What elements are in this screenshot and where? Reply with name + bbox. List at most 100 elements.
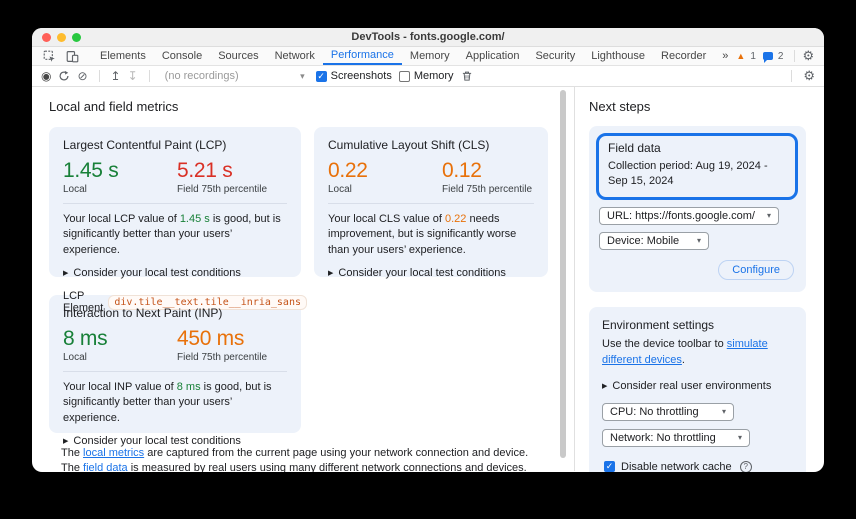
- tab-elements[interactable]: Elements: [92, 47, 154, 65]
- chevron-down-icon: ▾: [721, 407, 726, 417]
- field-data-title: Field data: [608, 141, 661, 155]
- more-options-icon[interactable]: ⋮: [817, 49, 824, 63]
- metrics-footnote: The local metrics are captured from the …: [49, 446, 548, 472]
- vertical-scrollbar[interactable]: [560, 90, 566, 458]
- recordings-dropdown[interactable]: (no recordings) ▾: [161, 69, 309, 83]
- collection-period: Collection period: Aug 19, 2024 - Sep 15…: [608, 160, 768, 187]
- memory-checkbox-row[interactable]: Memory: [398, 70, 454, 82]
- disable-cache-label: Disable network cache: [621, 460, 732, 472]
- cls-local-value: 0.22: [328, 159, 368, 182]
- lcp-local-label: Local: [63, 184, 87, 195]
- warning-icon[interactable]: ▲: [736, 51, 745, 61]
- lcp-field-label: Field 75th percentile: [177, 184, 268, 195]
- sidebar-title: Next steps: [589, 99, 651, 114]
- local-metrics-link[interactable]: local metrics: [83, 447, 144, 459]
- inp-field-value: 450 ms: [177, 327, 245, 350]
- help-icon[interactable]: ?: [739, 460, 752, 472]
- cls-field-label: Field 75th percentile: [442, 184, 533, 195]
- cls-consider-disclosure[interactable]: ▶ Consider your local test conditions: [328, 267, 534, 279]
- network-throttling-value: Network: No throttling: [610, 431, 716, 444]
- cls-field-value: 0.12: [442, 159, 482, 182]
- chevron-down-icon: ▾: [300, 70, 305, 81]
- tab-performance[interactable]: Performance: [322, 47, 402, 65]
- page-title: Local and field metrics: [49, 99, 179, 114]
- inspect-element-icon[interactable]: [38, 47, 61, 65]
- recordings-dropdown-value: (no recordings): [164, 70, 239, 82]
- issues-count: 2: [777, 50, 784, 62]
- settings-gear-icon[interactable]: ⚙: [802, 48, 814, 64]
- tab-console[interactable]: Console: [154, 47, 210, 65]
- tab-network[interactable]: Network: [267, 47, 323, 65]
- disclosure-triangle-icon: ▶: [63, 438, 69, 446]
- more-tabs-chevron-icon[interactable]: »: [714, 47, 736, 65]
- network-throttling-dropdown[interactable]: Network: No throttling ▾: [602, 428, 750, 447]
- cpu-throttling-dropdown[interactable]: CPU: No throttling ▾: [602, 402, 734, 421]
- tab-security[interactable]: Security: [527, 47, 583, 65]
- environments-consider-disclosure[interactable]: ▶ Consider real user environments: [602, 380, 793, 392]
- disable-cache-row[interactable]: ✓ Disable network cache ?: [602, 460, 793, 472]
- memory-label: Memory: [413, 70, 454, 82]
- clear-icon[interactable]: ⊘: [77, 69, 87, 83]
- issues-bubble-icon[interactable]: [762, 52, 773, 63]
- lcp-field-value: 5.21 s: [177, 159, 233, 182]
- field-data-highlight-box: Field data Collection period: Aug 19, 20…: [596, 133, 798, 200]
- screenshots-checkbox-row[interactable]: ✓ Screenshots: [315, 70, 392, 82]
- cls-description: Your local CLS value of 0.22 needs impro…: [328, 213, 517, 256]
- lcp-local-value: 1.45 s: [63, 159, 119, 182]
- devtools-tab-bar: Elements Console Sources Network Perform…: [32, 47, 824, 66]
- environment-settings-title: Environment settings: [602, 317, 715, 332]
- disclosure-triangle-icon: ▶: [602, 382, 608, 390]
- desktop-background: DevTools - fonts.google.com/ Elements Co…: [0, 0, 856, 519]
- chevron-down-icon: ▾: [766, 211, 771, 221]
- divider: [328, 203, 534, 204]
- panel-content: Local and field metrics Largest Contentf…: [32, 87, 824, 472]
- save-profile-icon[interactable]: ↧: [128, 69, 138, 83]
- footnote-line-2: The field data is measured by real users…: [61, 461, 527, 472]
- device-toolbar-icon[interactable]: [61, 47, 84, 65]
- tab-application[interactable]: Application: [458, 47, 528, 65]
- performance-toolbar: ◉ ⊘ ↥ ↧ (no recordings) ▾ ✓ Screenshots …: [32, 66, 824, 87]
- cls-card: Cumulative Layout Shift (CLS) 0.22 Local…: [314, 127, 548, 279]
- divider: [148, 70, 150, 82]
- record-icon[interactable]: ◉: [41, 69, 51, 83]
- lcp-card: Largest Contentful Paint (LCP) 1.45 s Lo…: [49, 127, 307, 314]
- warning-count: 1: [750, 50, 756, 62]
- next-steps-sidebar: Next steps Field data Collection period:…: [575, 87, 824, 472]
- lcp-consider-disclosure[interactable]: ▶ Consider your local test conditions: [63, 267, 287, 279]
- devtools-window: DevTools - fonts.google.com/ Elements Co…: [32, 28, 824, 472]
- inp-description: Your local INP value of 8 ms is good, bu…: [63, 381, 272, 424]
- divider: [63, 371, 287, 372]
- inp-local-label: Local: [63, 352, 87, 363]
- screenshots-label: Screenshots: [330, 70, 392, 82]
- reload-and-record-icon[interactable]: [58, 70, 70, 82]
- chevron-down-icon: ▾: [737, 433, 742, 443]
- url-dropdown[interactable]: URL: https://fonts.google.com/ ▾: [599, 206, 779, 225]
- cpu-throttling-value: CPU: No throttling: [610, 405, 699, 418]
- lcp-description: Your local LCP value of 1.45 s is good, …: [63, 213, 281, 256]
- tab-lighthouse[interactable]: Lighthouse: [583, 47, 653, 65]
- disable-cache-checkbox[interactable]: ✓: [604, 461, 615, 472]
- disclosure-triangle-icon: ▶: [328, 270, 334, 278]
- divider: [98, 70, 100, 82]
- field-data-link[interactable]: field data: [83, 462, 128, 472]
- url-dropdown-value: URL: https://fonts.google.com/: [607, 209, 755, 222]
- window-title: DevTools - fonts.google.com/: [351, 31, 505, 43]
- field-data-card: Field data Collection period: Aug 19, 20…: [589, 126, 806, 292]
- tab-memory[interactable]: Memory: [402, 47, 458, 65]
- tab-sources[interactable]: Sources: [210, 47, 266, 65]
- device-dropdown[interactable]: Device: Mobile ▾: [599, 231, 709, 250]
- chevron-down-icon: ▾: [696, 236, 701, 246]
- panel-settings-gear-icon[interactable]: ⚙: [803, 68, 815, 84]
- disclosure-triangle-icon: ▶: [63, 270, 69, 278]
- load-profile-icon[interactable]: ↥: [111, 69, 121, 83]
- screenshots-checkbox[interactable]: ✓: [315, 70, 327, 82]
- memory-checkbox[interactable]: [398, 70, 410, 82]
- inp-field-label: Field 75th percentile: [177, 352, 268, 363]
- environment-description: Use the device toolbar to simulate diffe…: [602, 337, 768, 366]
- footnote-line-1: The local metrics are captured from the …: [61, 447, 529, 459]
- configure-button[interactable]: Configure: [718, 259, 794, 280]
- collect-garbage-icon[interactable]: [461, 70, 473, 82]
- tab-recorder[interactable]: Recorder: [653, 47, 714, 65]
- inp-local-value: 8 ms: [63, 327, 108, 350]
- divider: [791, 70, 793, 82]
